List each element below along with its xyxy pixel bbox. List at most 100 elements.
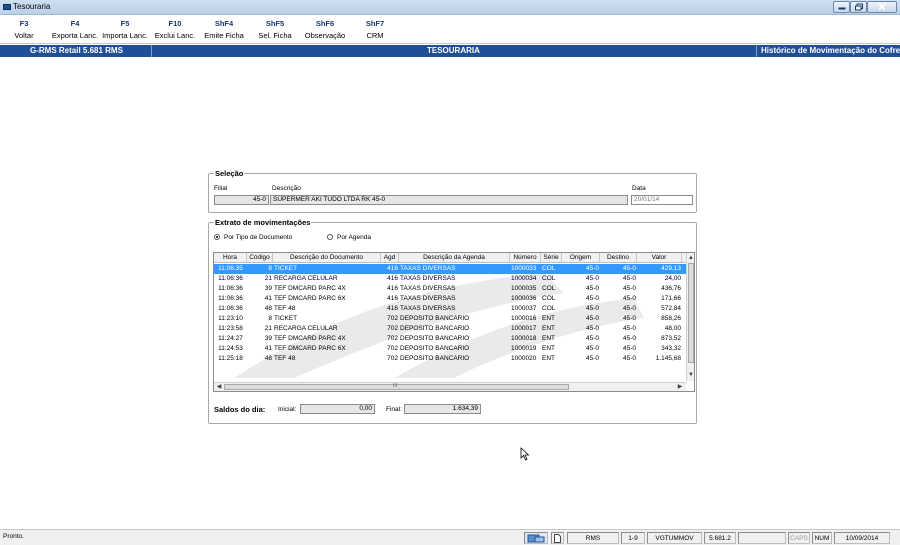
selecao-title: Seleção — [214, 169, 245, 178]
shf5-sel-ficha-button[interactable]: ShF5 Sel. Ficha — [253, 19, 297, 40]
radio-por-agenda[interactable]: Por Agenda — [327, 234, 371, 241]
movimentacoes-grid[interactable]: Hora Código Descrição do Documento Agd D… — [213, 252, 695, 392]
table-cell: 11:06:36 — [218, 285, 243, 292]
horizontal-scrollbar[interactable]: ◀ III ▶ — [214, 382, 686, 391]
status-caps: CAPS — [788, 532, 810, 544]
radio-agenda-label: Por Agenda — [337, 234, 371, 241]
table-row[interactable]: 11:06:36 39 TEF DMCARD PARC 4X 416 TAXAS DIV… — [214, 284, 686, 294]
table-cell: 45-0 — [622, 265, 636, 272]
status-date: 10/09/2014 — [834, 532, 890, 544]
scroll-left-icon[interactable]: ◀ — [215, 383, 223, 391]
table-cell: 873,52 — [661, 335, 681, 342]
table-cell: 702 — [387, 355, 398, 362]
scroll-up-icon[interactable]: ▲ — [687, 254, 694, 262]
table-row[interactable]: 11:23:10 8 TICKET 702 DEPOSITO BANCARIO 10000… — [214, 314, 686, 324]
column-header[interactable]: Agd — [381, 253, 399, 263]
table-cell: 1000035 — [511, 285, 537, 292]
table-cell: 1000033 — [511, 265, 537, 272]
table-cell: 45-0 — [622, 285, 636, 292]
screen-title: Histórico de Movimentação do Cofre — [761, 46, 900, 55]
data-field[interactable]: 20/01/14 — [631, 195, 693, 205]
table-cell: TEF DMCARD PARC 6X — [274, 295, 346, 302]
table-cell: DEPOSITO BANCARIO — [400, 325, 470, 332]
fkey-label: Emite Ficha — [204, 31, 244, 40]
column-header[interactable]: Número — [510, 253, 541, 263]
filial-field[interactable]: 45-0 — [214, 195, 269, 205]
shf4-emite-ficha-button[interactable]: ShF4 Emite Ficha — [202, 19, 246, 40]
fkey-label: CRM — [366, 31, 384, 40]
column-header[interactable]: Código — [247, 253, 273, 263]
table-cell: DEPOSITO BANCARIO — [400, 345, 470, 352]
table-cell: 416 — [387, 275, 398, 282]
status-page: 1-9 — [621, 532, 645, 544]
mouse-cursor-icon — [520, 447, 530, 461]
table-row[interactable]: 11:06:35 8 TICKET 416 TAXAS DIVERSAS 1000033 C… — [214, 264, 686, 274]
table-row[interactable]: 11:24:53 41 TEF DMCARD PARC 6X 702 DEPOSITO … — [214, 344, 686, 354]
column-header[interactable]: Descrição do Documento — [273, 253, 381, 263]
table-cell: COL — [542, 295, 556, 302]
table-cell: 702 — [387, 335, 398, 342]
shf6-observacao-button[interactable]: ShF6 Observação — [302, 19, 348, 40]
column-header[interactable]: Valor — [637, 253, 682, 263]
column-header[interactable]: Hora — [214, 253, 247, 263]
table-cell: 11:25:18 — [218, 355, 243, 362]
table-cell: 45-0 — [585, 305, 599, 312]
status-empty — [738, 532, 786, 544]
vertical-scrollbar[interactable]: ▲ ▼ — [686, 253, 694, 381]
document-icon — [551, 532, 564, 544]
table-row[interactable]: 11:23:58 21 RECARGA CELULAR 702 DEPOSITO BAN… — [214, 324, 686, 334]
table-cell: 45-0 — [585, 345, 599, 352]
table-cell: ENT — [542, 335, 555, 342]
column-header[interactable]: Descrição da Agenda — [399, 253, 510, 263]
fkey-label: Sel. Ficha — [258, 31, 292, 40]
f10-exclui-button[interactable]: F10 Exclui Lanc. — [152, 19, 198, 40]
table-cell: 45-0 — [622, 325, 636, 332]
table-row[interactable]: 11:24:27 39 TEF DMCARD PARC 4X 702 DEPOSITO … — [214, 334, 686, 344]
radio-unselected-icon — [327, 234, 333, 240]
function-key-toolbar: F3 Voltar F4 Exporta Lanc. F5 Importa La… — [0, 16, 900, 44]
fkey-label: Exclui Lanc. — [154, 31, 196, 40]
radio-por-tipo-documento[interactable]: Por Tipo de Documento — [214, 234, 292, 241]
horizontal-scroll-thumb[interactable]: III — [224, 383, 569, 390]
table-cell: 11:06:36 — [218, 295, 243, 302]
scroll-grip: III — [393, 383, 398, 389]
vertical-scroll-thumb[interactable] — [688, 263, 694, 363]
fkey-key: ShF6 — [315, 19, 335, 28]
descricao-field[interactable]: SUPERMER AKI TUDO LTDA RK 45-0 — [270, 195, 628, 205]
saldo-inicial-field: 0,00 — [300, 404, 375, 414]
selecao-group: Seleção — [208, 169, 697, 213]
fkey-key: F10 — [168, 19, 182, 28]
table-cell: 11:06:36 — [218, 305, 243, 312]
header-divider — [151, 45, 152, 57]
f4-exporta-button[interactable]: F4 Exporta Lanc. — [50, 19, 100, 40]
minimize-button[interactable] — [833, 1, 850, 13]
scroll-down-icon[interactable]: ▼ — [687, 371, 694, 379]
table-cell: 45-0 — [622, 295, 636, 302]
table-cell: TAXAS DIVERSAS — [400, 285, 456, 292]
table-cell: 11:24:27 — [218, 335, 243, 342]
table-cell: ENT — [542, 345, 555, 352]
fkey-label: Exporta Lanc. — [51, 31, 99, 40]
table-cell: 45-0 — [585, 275, 599, 282]
table-cell: 1000019 — [511, 345, 537, 352]
table-cell: TICKET — [274, 315, 298, 322]
table-cell: RECARGA CELULAR — [274, 325, 338, 332]
table-cell: 343,32 — [661, 345, 681, 352]
scroll-right-icon[interactable]: ▶ — [676, 383, 684, 391]
f3-voltar-button[interactable]: F3 Voltar — [2, 19, 46, 40]
column-header[interactable]: Origem — [562, 253, 600, 263]
table-row[interactable]: 11:25:18 48 TEF 48 702 DEPOSITO BANCARIO 1000… — [214, 354, 686, 364]
table-row[interactable]: 11:06:36 21 RECARGA CELULAR 416 TAXAS DIVERS… — [214, 274, 686, 284]
column-header[interactable]: Destino — [600, 253, 637, 263]
maximize-button[interactable] — [850, 1, 867, 13]
table-cell: ENT — [542, 315, 555, 322]
table-cell: 41 — [264, 345, 272, 352]
table-row[interactable]: 11:06:36 48 TEF 48 416 TAXAS DIVERSAS 1000037… — [214, 304, 686, 314]
f5-importa-button[interactable]: F5 Importa Lanc. — [100, 19, 150, 40]
table-row[interactable]: 11:06:36 41 TEF DMCARD PARC 6X 416 TAXAS DIV… — [214, 294, 686, 304]
close-button[interactable] — [867, 1, 897, 13]
table-cell: 41 — [264, 295, 272, 302]
table-cell: COL — [542, 275, 556, 282]
column-header[interactable]: Série — [541, 253, 562, 263]
shf7-crm-button[interactable]: ShF7 CRM — [355, 19, 395, 40]
